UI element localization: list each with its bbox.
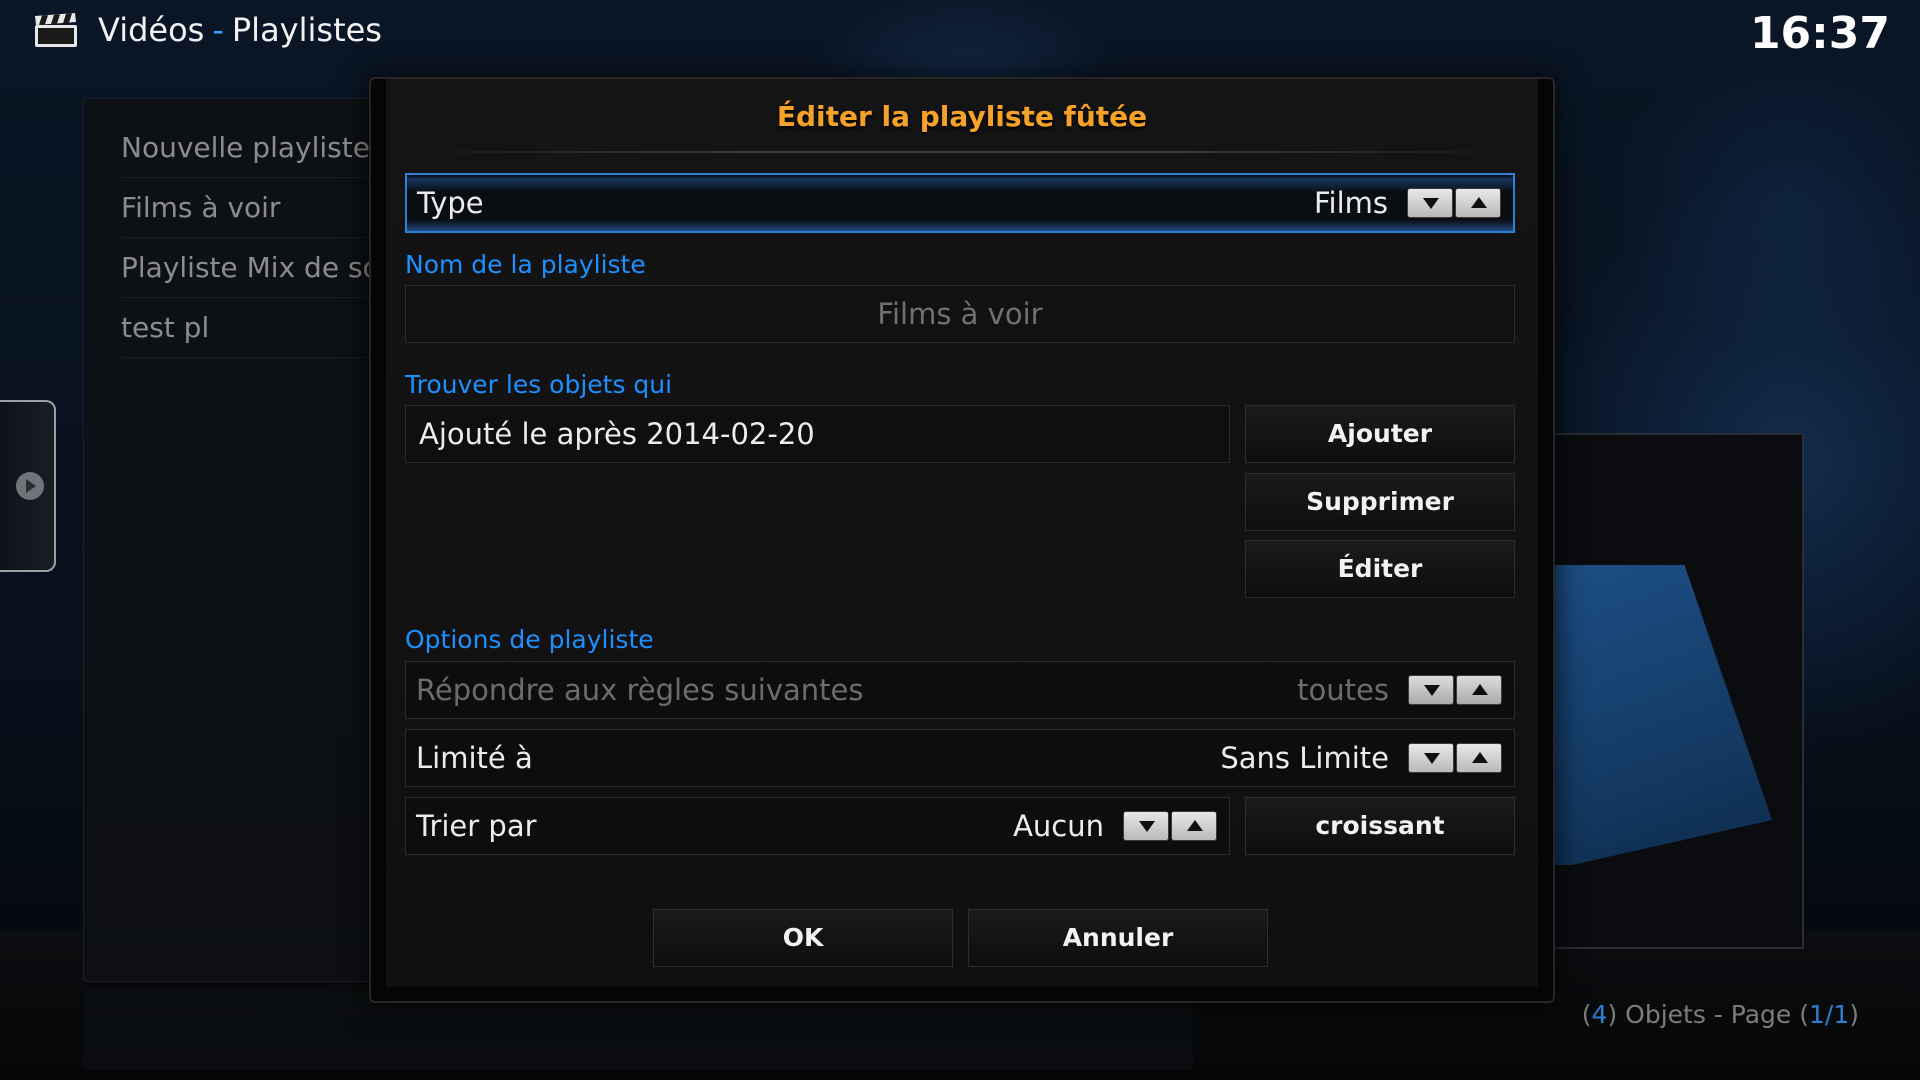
edit-rule-button[interactable]: Éditer [1245, 540, 1515, 598]
sort-by-selector[interactable]: Trier par Aucun [405, 797, 1230, 855]
sort-by-spinner [1123, 811, 1220, 841]
breadcrumb: Vidéos - Playlistes [98, 11, 382, 49]
playlist-name-input[interactable]: Films à voir [405, 285, 1515, 343]
limit-value: Sans Limite [1220, 741, 1389, 775]
poster-placeholder [1522, 565, 1772, 865]
page-indicator: 1/1 [1809, 1000, 1850, 1029]
ok-button[interactable]: OK [653, 909, 953, 967]
type-selector[interactable]: Type Films [405, 173, 1515, 233]
match-rules-spinner [1408, 675, 1505, 705]
side-menu-handle[interactable] [0, 400, 56, 572]
clock: 16:37 [1749, 8, 1890, 59]
cancel-button[interactable]: Annuler [968, 909, 1268, 967]
chevron-down-icon[interactable] [1408, 675, 1454, 705]
breadcrumb-separator: - [212, 11, 224, 49]
chevron-up-icon[interactable] [1456, 675, 1502, 705]
sort-by-value: Aucun [1013, 809, 1104, 843]
limit-label: Limité à [416, 741, 533, 775]
chevron-up-icon[interactable] [1456, 743, 1502, 773]
dialog-title: Éditer la playliste fûtée [776, 100, 1148, 133]
match-rules-label: Répondre aux règles suivantes [416, 673, 864, 707]
sort-by-label: Trier par [416, 809, 537, 843]
chevron-down-icon[interactable] [1407, 188, 1453, 218]
chevron-down-icon[interactable] [1123, 811, 1169, 841]
type-label: Type [417, 186, 484, 220]
thumbnail-preview [1520, 433, 1804, 949]
playlist-list-panel: Nouvelle playliste Films à voir Playlist… [83, 98, 451, 982]
breadcrumb-page: Playlistes [231, 11, 382, 49]
play-arrow-icon [16, 472, 44, 500]
sort-order-button[interactable]: croissant [1245, 797, 1515, 855]
limit-spinner [1408, 743, 1505, 773]
limit-selector[interactable]: Limité à Sans Limite [405, 729, 1515, 787]
chevron-down-icon[interactable] [1408, 743, 1454, 773]
match-rules-value: toutes [1297, 673, 1389, 707]
type-spinner [1407, 188, 1504, 218]
rule-list-item[interactable]: Ajouté le après 2014-02-20 [405, 405, 1230, 463]
item-count: (4) Objets - Page (1/1) [1581, 1000, 1859, 1029]
clapperboard-icon [35, 13, 77, 47]
playlist-name-label: Nom de la playliste [405, 250, 646, 279]
item-count-number: 4 [1591, 1000, 1608, 1029]
type-value: Films [1313, 186, 1388, 220]
chevron-up-icon[interactable] [1171, 811, 1217, 841]
remove-rule-button[interactable]: Supprimer [1245, 473, 1515, 531]
item-count-label: Objets - Page [1625, 1000, 1792, 1029]
chevron-up-icon[interactable] [1455, 188, 1501, 218]
add-rule-button[interactable]: Ajouter [1245, 405, 1515, 463]
divider [406, 151, 1518, 153]
options-section-label: Options de playliste [405, 625, 654, 654]
rules-section-label: Trouver les objets qui [405, 370, 673, 399]
breadcrumb-section: Vidéos [98, 11, 205, 49]
screen: Vidéos - Playlistes 16:37 Nouvelle playlis… [0, 0, 1920, 1080]
match-rules-selector[interactable]: Répondre aux règles suivantes toutes [405, 661, 1515, 719]
